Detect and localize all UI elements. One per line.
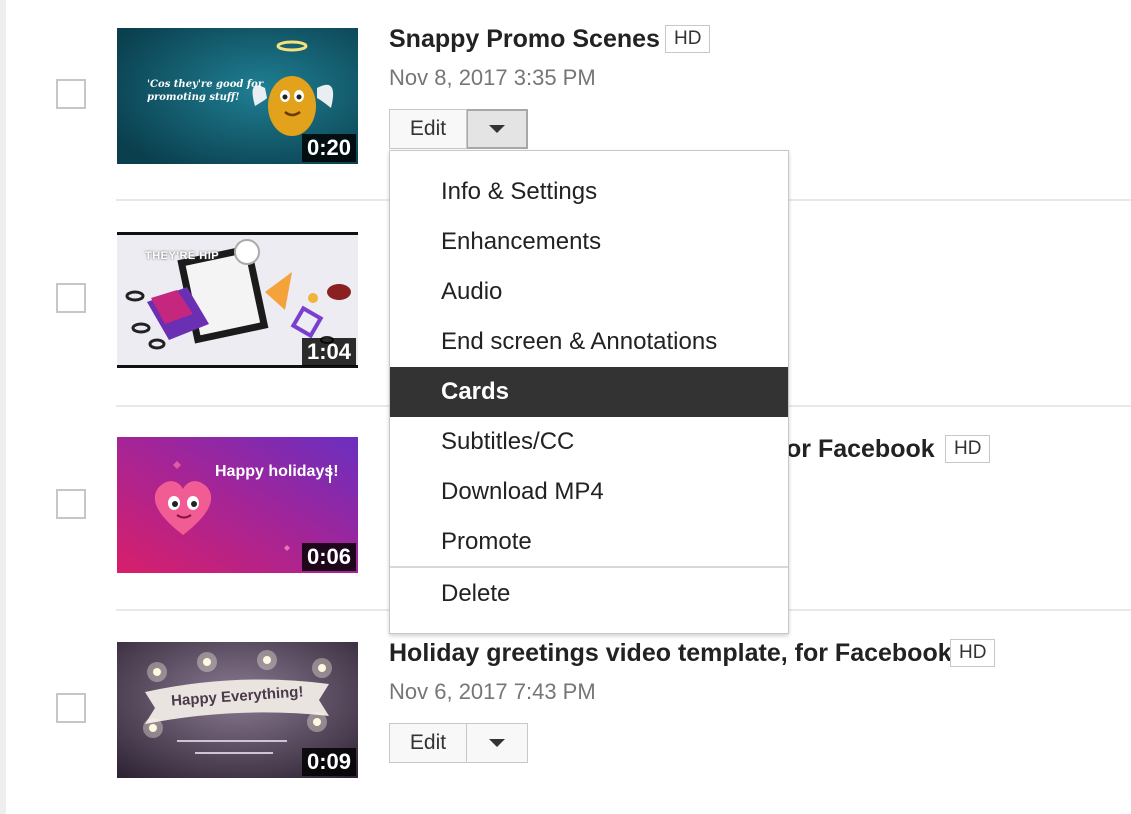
hd-badge: HD — [665, 25, 711, 53]
menu-item-subtitles-cc[interactable]: Subtitles/CC — [390, 417, 788, 467]
edit-dropdown-menu: Info & Settings Enhancements Audio End s… — [389, 150, 789, 634]
video-duration: 0:09 — [301, 748, 356, 776]
video-thumbnail[interactable]: Happy Everything! 0:09 — [117, 642, 358, 778]
video-duration: 1:04 — [301, 338, 356, 366]
video-title[interactable]: Snappy Promo Scenes — [389, 24, 660, 54]
chevron-down-icon — [489, 125, 505, 133]
thumbnail-caption: Happy holidays! — [215, 463, 339, 480]
menu-item-audio[interactable]: Audio — [390, 267, 788, 317]
video-select-checkbox[interactable] — [56, 693, 86, 723]
edit-button-group: Edit — [389, 109, 528, 149]
thumbnail-caption: THEY'RE HIP — [145, 250, 220, 262]
menu-item-cards[interactable]: Cards — [390, 367, 788, 417]
edit-button[interactable]: Edit — [389, 723, 467, 763]
video-title-partial[interactable]: or Facebook — [786, 434, 935, 464]
video-title[interactable]: Holiday greetings video template, for Fa… — [389, 638, 952, 668]
hd-badge: HD — [945, 435, 991, 463]
menu-item-end-screen-annotations[interactable]: End screen & Annotations — [390, 317, 788, 367]
edit-button-group: Edit — [389, 723, 528, 763]
thumbnail-caption: 'Cos they're good for promoting stuff! — [147, 79, 264, 103]
menu-item-info-settings[interactable]: Info & Settings — [390, 167, 788, 217]
menu-divider — [390, 566, 788, 568]
menu-item-promote[interactable]: Promote — [390, 517, 788, 567]
menu-item-delete[interactable]: Delete — [390, 569, 788, 619]
video-thumbnail[interactable]: THEY'RE HIP 1:04 — [117, 232, 358, 368]
video-thumbnail[interactable]: Happy holidays! 0:06 — [117, 437, 358, 573]
chevron-down-icon — [489, 739, 505, 747]
left-edge-strip — [0, 0, 6, 814]
edit-button[interactable]: Edit — [389, 109, 467, 149]
edit-menu-toggle[interactable] — [467, 723, 528, 763]
edit-menu-toggle[interactable] — [467, 109, 528, 149]
video-duration: 0:06 — [301, 543, 356, 571]
video-thumbnail[interactable]: 'Cos they're good for promoting stuff! 0… — [117, 28, 358, 164]
menu-item-enhancements[interactable]: Enhancements — [390, 217, 788, 267]
video-date: Nov 6, 2017 7:43 PM — [389, 679, 596, 704]
hd-badge: HD — [950, 639, 996, 667]
video-duration: 0:20 — [301, 134, 356, 162]
video-select-checkbox[interactable] — [56, 489, 86, 519]
video-date: Nov 8, 2017 3:35 PM — [389, 65, 596, 90]
video-select-checkbox[interactable] — [56, 283, 86, 313]
menu-item-download-mp4[interactable]: Download MP4 — [390, 467, 788, 517]
video-select-checkbox[interactable] — [56, 79, 86, 109]
